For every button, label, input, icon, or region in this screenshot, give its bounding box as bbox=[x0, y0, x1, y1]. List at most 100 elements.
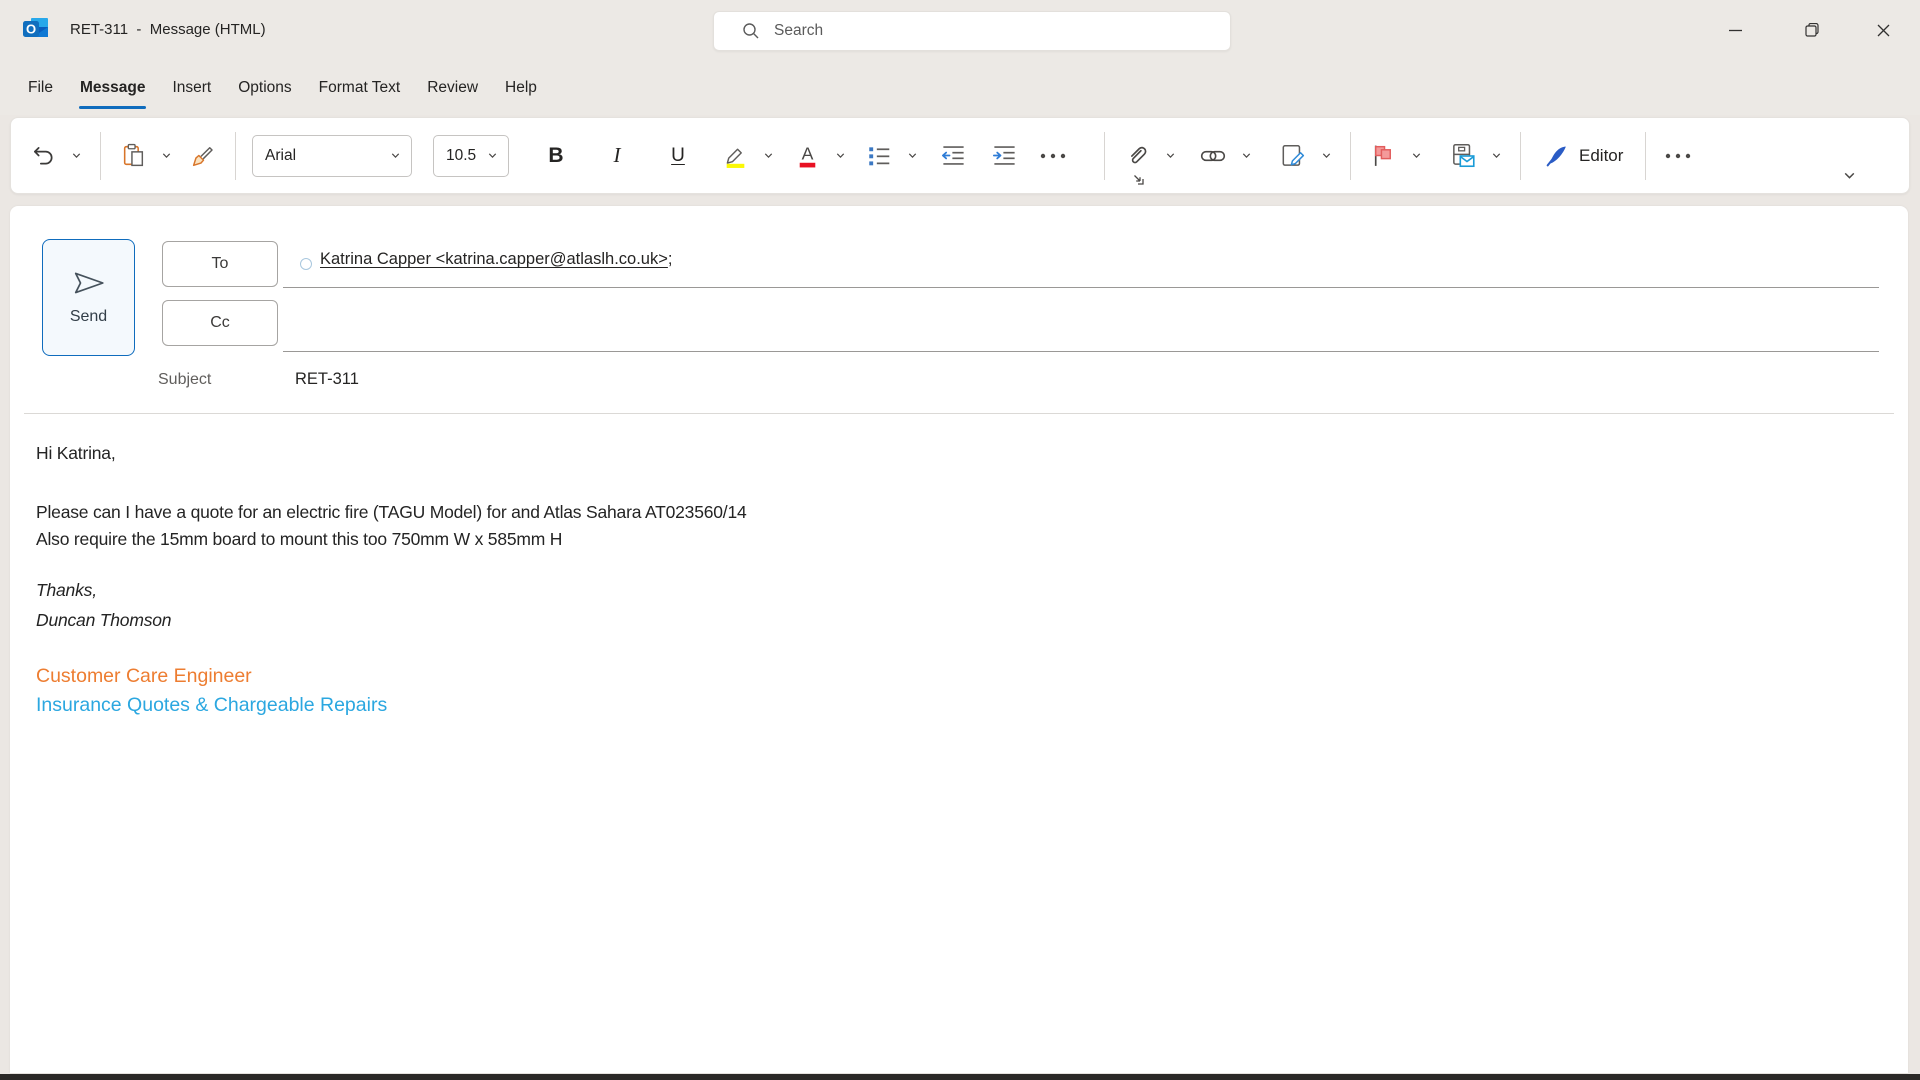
restore-button[interactable] bbox=[1789, 0, 1835, 60]
underline-icon: U bbox=[671, 145, 685, 167]
follow-up-dropdown[interactable] bbox=[1408, 134, 1424, 178]
chevron-down-icon bbox=[1842, 168, 1857, 183]
more-options-icon bbox=[1663, 151, 1693, 161]
chevron-down-icon bbox=[487, 150, 498, 161]
search-bar[interactable] bbox=[713, 11, 1231, 51]
editor-button[interactable]: Editor bbox=[1537, 134, 1629, 178]
paste-button[interactable] bbox=[117, 134, 149, 178]
save-envelope-icon bbox=[1449, 142, 1477, 170]
paragraph-dialog-launcher[interactable] bbox=[1131, 172, 1145, 186]
body-line-2: Also require the 15mm board to mount thi… bbox=[36, 529, 562, 550]
link-icon bbox=[1199, 142, 1227, 170]
underline-button[interactable]: U bbox=[662, 134, 694, 178]
tab-format-text[interactable]: Format Text bbox=[318, 73, 402, 103]
paperclip-icon bbox=[1124, 142, 1151, 169]
highlighter-icon bbox=[722, 142, 749, 169]
subject-label: Subject bbox=[158, 371, 211, 389]
editor-icon bbox=[1543, 142, 1570, 169]
increase-indent-button[interactable] bbox=[988, 134, 1020, 178]
bullets-button[interactable] bbox=[863, 134, 895, 178]
to-field-underline bbox=[283, 287, 1879, 288]
ribbon-divider bbox=[1350, 132, 1351, 180]
more-ribbon-commands-button[interactable] bbox=[1662, 134, 1694, 178]
minimize-button[interactable] bbox=[1712, 0, 1758, 60]
decrease-indent-icon bbox=[940, 142, 967, 169]
ribbon-divider bbox=[235, 132, 236, 180]
format-painter-icon bbox=[190, 142, 217, 169]
message-body[interactable]: Hi Katrina, Please can I have a quote fo… bbox=[10, 420, 1908, 1073]
save-item-dropdown[interactable] bbox=[1488, 134, 1504, 178]
italic-button[interactable]: I bbox=[601, 134, 633, 178]
undo-dropdown[interactable] bbox=[68, 134, 84, 178]
title-bar: O RET-311 - Message (HTML) bbox=[0, 0, 1920, 60]
format-painter-button[interactable] bbox=[187, 134, 219, 178]
body-closing: Thanks, bbox=[36, 580, 97, 601]
paste-dropdown[interactable] bbox=[158, 134, 174, 178]
ribbon-tab-bar: File Message Insert Options Format Text … bbox=[0, 60, 1920, 115]
font-size-value: 10.5 bbox=[446, 147, 476, 165]
tab-file[interactable]: File bbox=[27, 73, 54, 103]
send-button[interactable]: Send bbox=[42, 239, 135, 356]
ribbon-divider bbox=[1520, 132, 1521, 180]
increase-indent-icon bbox=[991, 142, 1018, 169]
font-name-select[interactable]: Arial bbox=[252, 135, 412, 177]
signature-button[interactable] bbox=[1277, 134, 1309, 178]
recipient-chip[interactable]: Katrina Capper <katrina.capper@atlaslh.c… bbox=[320, 250, 668, 268]
search-icon bbox=[742, 22, 760, 40]
link-button[interactable] bbox=[1197, 134, 1229, 178]
highlight-color-dropdown[interactable] bbox=[760, 134, 776, 178]
font-size-select[interactable]: 10.5 bbox=[433, 135, 509, 177]
recipient-field[interactable]: Katrina Capper <katrina.capper@atlaslh.c… bbox=[320, 250, 672, 269]
window-bottom-edge bbox=[0, 1074, 1920, 1080]
bulleted-list-icon bbox=[866, 143, 892, 169]
tab-insert[interactable]: Insert bbox=[171, 73, 212, 103]
tab-help[interactable]: Help bbox=[504, 73, 538, 103]
highlight-color-button[interactable] bbox=[719, 134, 751, 178]
follow-up-flag-button[interactable] bbox=[1367, 134, 1399, 178]
more-formatting-button[interactable] bbox=[1037, 134, 1069, 178]
font-color-button[interactable]: A bbox=[791, 134, 823, 178]
font-name-value: Arial bbox=[265, 147, 296, 165]
header-body-divider bbox=[24, 413, 1894, 414]
search-input[interactable] bbox=[774, 22, 1194, 40]
bold-icon: B bbox=[548, 144, 563, 168]
tab-options[interactable]: Options bbox=[237, 73, 292, 103]
bold-button[interactable]: B bbox=[540, 134, 572, 178]
close-button[interactable] bbox=[1860, 0, 1906, 60]
tab-message[interactable]: Message bbox=[79, 73, 146, 103]
body-greeting: Hi Katrina, bbox=[36, 443, 116, 464]
ribbon-toolbar: Arial 10.5 B I U A bbox=[10, 117, 1910, 194]
outlook-app-icon: O bbox=[21, 15, 51, 43]
link-dropdown[interactable] bbox=[1238, 134, 1254, 178]
window-title: RET-311 - Message (HTML) bbox=[70, 21, 266, 38]
to-button[interactable]: To bbox=[162, 241, 278, 287]
attach-file-dropdown[interactable] bbox=[1162, 134, 1178, 178]
ribbon-divider bbox=[1104, 132, 1105, 180]
svg-text:O: O bbox=[26, 22, 36, 37]
cc-field-underline bbox=[283, 351, 1879, 352]
attach-file-button[interactable] bbox=[1121, 134, 1153, 178]
bullets-dropdown[interactable] bbox=[904, 134, 920, 178]
editor-label: Editor bbox=[1579, 146, 1623, 166]
collapse-ribbon-button[interactable] bbox=[1842, 168, 1857, 183]
subject-field[interactable]: RET-311 bbox=[295, 370, 359, 389]
compose-window: Send To Cc Katrina Capper <katrina.cappe… bbox=[10, 206, 1908, 1073]
italic-icon: I bbox=[614, 143, 621, 168]
ribbon-divider bbox=[100, 132, 101, 180]
signature-icon bbox=[1279, 142, 1307, 170]
font-color-dropdown[interactable] bbox=[832, 134, 848, 178]
paste-icon bbox=[120, 142, 147, 169]
cc-button[interactable]: Cc bbox=[162, 300, 278, 346]
dialog-launcher-icon bbox=[1131, 172, 1145, 186]
save-item-button[interactable] bbox=[1447, 134, 1479, 178]
chevron-down-icon bbox=[390, 150, 401, 161]
more-options-icon bbox=[1038, 151, 1068, 161]
undo-button[interactable] bbox=[27, 134, 59, 178]
signature-dropdown[interactable] bbox=[1318, 134, 1334, 178]
flag-icon bbox=[1370, 142, 1397, 169]
ribbon-divider bbox=[1645, 132, 1646, 180]
font-color-icon: A bbox=[794, 142, 821, 169]
decrease-indent-button[interactable] bbox=[937, 134, 969, 178]
undo-icon bbox=[30, 143, 56, 169]
tab-review[interactable]: Review bbox=[426, 73, 479, 103]
